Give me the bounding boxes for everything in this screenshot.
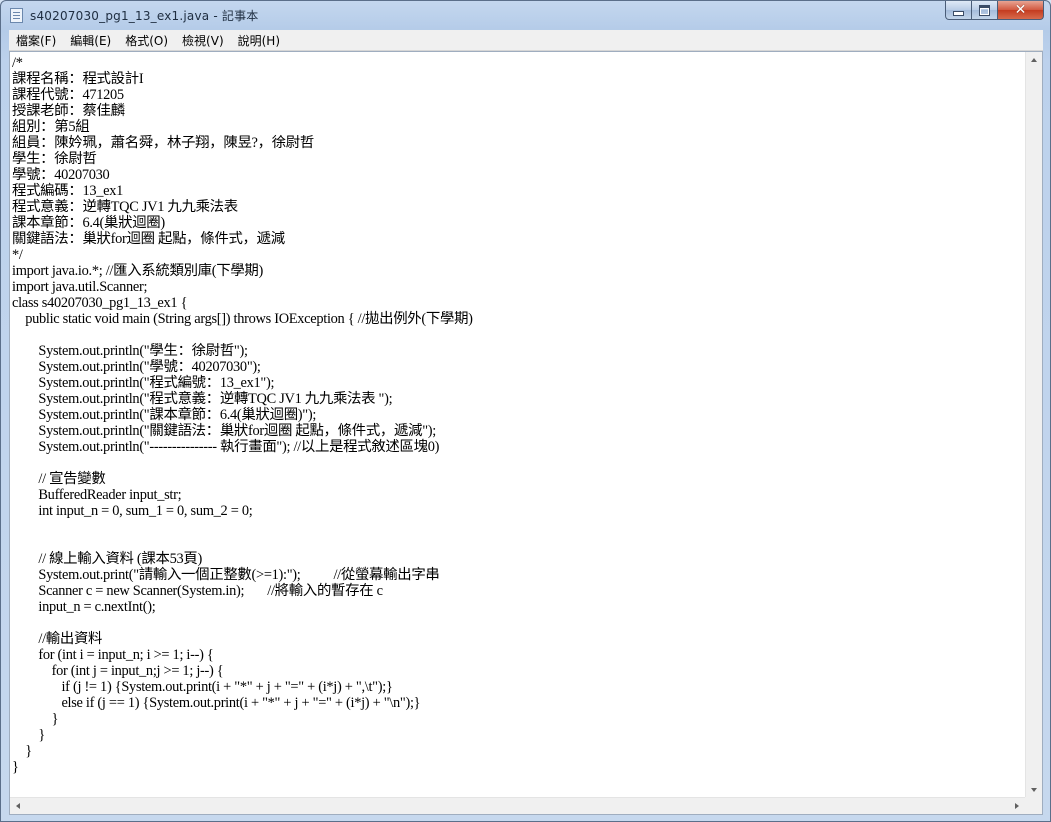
code-line: BufferedReader input_str; (12, 487, 182, 503)
code-line: public static void main (String args[]) … (12, 311, 473, 327)
code-line: System.out.println("程式編號：13_ex1"); (12, 375, 275, 391)
code-line: /* (12, 55, 23, 71)
code-line: System.out.println("學號：40207030"); (12, 359, 261, 375)
code-line: class s40207030_pg1_13_ex1 { (12, 295, 188, 311)
code-line: // 宣告變數 (12, 471, 106, 487)
minimize-button[interactable] (945, 1, 972, 20)
menu-help[interactable]: 說明(H) (231, 32, 287, 49)
scrollbar-corner (1025, 797, 1042, 814)
code-line: for (int j = input_n;j >= 1; j--) { (12, 663, 224, 679)
code-line: // 線上輸入資料 (課本53頁) (12, 551, 202, 567)
minimize-icon (953, 11, 964, 16)
code-line: 課程代號：471205 (12, 87, 124, 103)
code-line: 課程名稱：程式設計I (12, 71, 144, 87)
menu-edit[interactable]: 編輯(E) (63, 32, 118, 49)
code-line: 程式編碼：13_ex1 (12, 183, 124, 199)
code-line: System.out.println("課本章節：6.4(巢狀迴圈)"); (12, 407, 317, 423)
window-controls: ✕ (945, 1, 1044, 21)
code-line: System.out.println("程式意義：逆轉TQC JV1 九九乘法表… (12, 391, 393, 407)
vertical-scrollbar[interactable] (1025, 52, 1042, 798)
maximize-icon (979, 4, 990, 16)
menu-view[interactable]: 檢視(V) (175, 32, 231, 49)
code-line: Scanner c = new Scanner(System.in); //將輸… (12, 583, 383, 599)
notepad-icon[interactable] (10, 8, 23, 23)
close-icon: ✕ (1014, 2, 1027, 18)
scroll-up-icon[interactable] (1031, 58, 1037, 62)
code-line: //輸出資料 (12, 631, 103, 647)
code-line: */ (12, 247, 23, 263)
title-bar[interactable]: s40207030_pg1_13_ex1.java - 記事本 ✕ (1, 1, 1050, 29)
menu-file[interactable]: 檔案(F) (9, 32, 63, 49)
code-line: import java.io.*; //匯入系統類別庫(下學期) (12, 263, 264, 279)
code-line: else if (j == 1) {System.out.print(i + "… (12, 695, 421, 711)
code-line: } (12, 743, 32, 759)
scroll-left-icon[interactable] (16, 803, 20, 809)
code-line: input_n = c.nextInt(); (12, 599, 156, 615)
editor-text-area[interactable]: /* 課程名稱：程式設計I 課程代號：471205 授課老師：蔡佳麟 組別：第5組 組員：… (12, 55, 1022, 797)
code-line: for (int i = input_n; i >= 1; i--) { (12, 647, 214, 663)
code-line: 學號：40207030 (12, 167, 110, 183)
close-button[interactable]: ✕ (998, 1, 1044, 20)
code-line: 關鍵語法：巢狀for迴圈 起點，條件式，遞減 (12, 231, 285, 247)
code-line: } (12, 759, 19, 775)
code-line: 程式意義：逆轉TQC JV1 九九乘法表 (12, 199, 238, 215)
code-line: 組別：第5組 (12, 119, 90, 135)
horizontal-scrollbar[interactable] (10, 797, 1025, 814)
scroll-right-icon[interactable] (1015, 803, 1019, 809)
code-line: 組員：陳妗珮，蕭名舜，林子翔，陳昱?，徐尉哲 (12, 135, 314, 151)
window-title: s40207030_pg1_13_ex1.java - 記事本 (30, 9, 259, 23)
code-line: import java.util.Scanner; (12, 279, 148, 295)
text-editor[interactable]: /* 課程名稱：程式設計I 課程代號：471205 授課老師：蔡佳麟 組別：第5組 組員：… (9, 51, 1043, 815)
code-line: if (j != 1) {System.out.print(i + "*" + … (12, 679, 393, 695)
menu-bar: 檔案(F) 編輯(E) 格式(O) 檢視(V) 說明(H) (9, 30, 1043, 51)
menu-format[interactable]: 格式(O) (118, 32, 175, 49)
code-line: int input_n = 0, sum_1 = 0, sum_2 = 0; (12, 503, 253, 519)
code-line: System.out.println("關鍵語法：巢狀for迴圈 起點，條件式，… (12, 423, 436, 439)
code-line: System.out.println("--------------- 執行畫面… (12, 439, 440, 455)
maximize-button[interactable] (972, 1, 998, 20)
code-line: 學生：徐尉哲 (12, 151, 97, 167)
code-line: } (12, 711, 59, 727)
scroll-down-icon[interactable] (1031, 788, 1037, 792)
code-line: System.out.print("請輸入一個正整數(>=1):"); //從螢… (12, 567, 440, 583)
code-line: 授課老師：蔡佳麟 (12, 103, 125, 119)
code-line: } (12, 727, 45, 743)
code-line: System.out.println("學生：徐尉哲"); (12, 343, 248, 359)
code-line: 課本章節：6.4(巢狀迴圈) (12, 215, 165, 231)
notepad-window: s40207030_pg1_13_ex1.java - 記事本 ✕ 檔案(F) … (0, 0, 1051, 822)
